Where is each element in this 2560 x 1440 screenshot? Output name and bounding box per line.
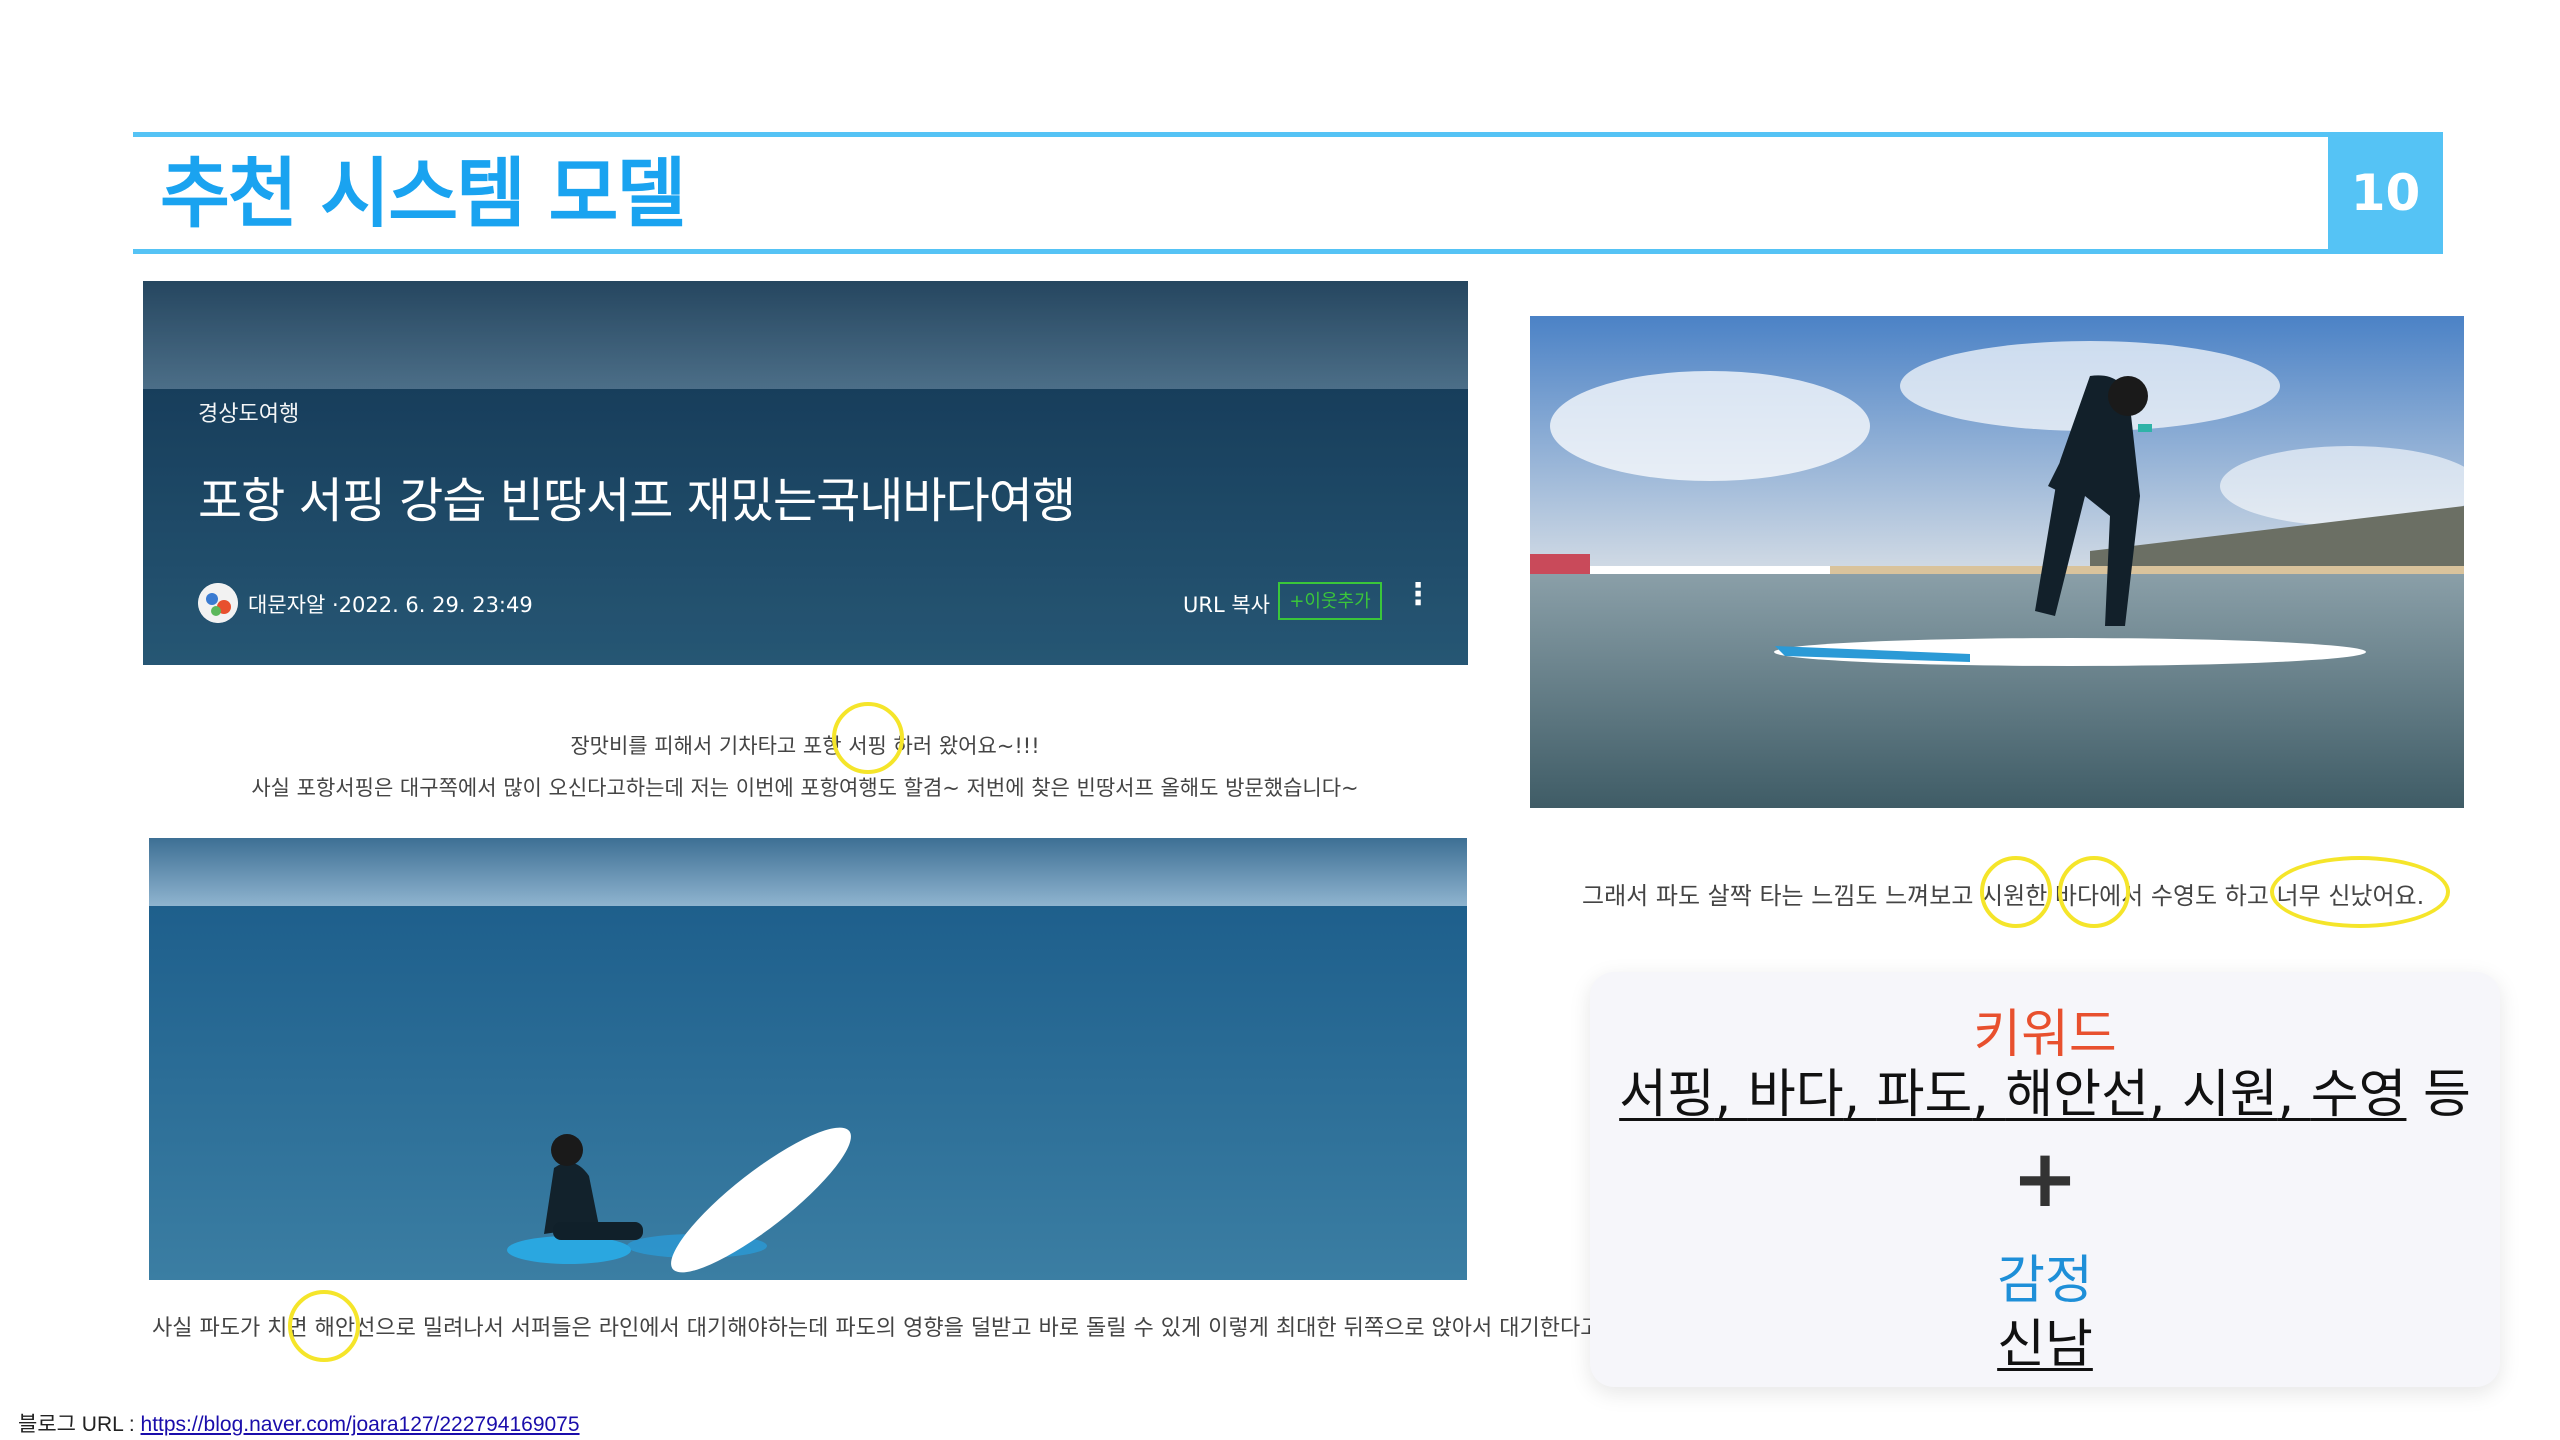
highlight-circle-coastline [288, 1290, 360, 1362]
keyword-item: 해안선 [2005, 1065, 2149, 1125]
caption-line-3: 사실 파도가 치면 해안선으로 밀려나서 서퍼들은 라인에서 대기해야하는데 파… [152, 1316, 1648, 1341]
keyword-item: 시원 [2182, 1065, 2278, 1125]
keyword-list: 서핑, 바다, 파도, 해안선, 시원, 수영 등 [1619, 1065, 2471, 1125]
header-bottom-rule [133, 249, 2443, 254]
url-copy-link[interactable]: URL 복사 [1183, 589, 1270, 619]
keyword-card: 키워드 서핑, 바다, 파도, 해안선, 시원, 수영 등 + 감정 신남 [1590, 972, 2500, 1387]
highlight-circle-excited [2270, 856, 2450, 928]
keyword-item: 서핑 [1619, 1065, 1715, 1125]
highlight-circle-surfing [832, 702, 904, 774]
avatar[interactable] [198, 583, 238, 623]
keyword-item: 수영 [2310, 1065, 2407, 1125]
blog-header-screenshot: 경상도여행 포항 서핑 강습 빈땅서프 재밌는국내바다여행 대문자알 ·2022… [143, 281, 1468, 665]
footer-note: 블로그 URL : https://blog.naver.com/joara12… [18, 1408, 580, 1438]
plus-icon: + [2011, 1132, 2079, 1225]
page-title: 추천 시스템 모델 [160, 149, 686, 238]
caption-line-1: 장맛비를 피해서 기차타고 포항 서핑 하러 왔어요~!!! [570, 734, 1040, 758]
blog-url-link[interactable]: https://blog.naver.com/joara127/22279416… [141, 1413, 580, 1436]
footer-label: 블로그 URL : [18, 1413, 141, 1436]
page-number: 10 [2328, 137, 2443, 249]
emotion-value: 신남 [1997, 1315, 2093, 1375]
photo-surfer-sitting [149, 838, 1467, 1280]
blog-post-title: 포항 서핑 강습 빈땅서프 재밌는국내바다여행 [198, 473, 1076, 529]
keyword-item: 파도 [1876, 1065, 1973, 1125]
blog-category[interactable]: 경상도여행 [198, 396, 299, 428]
header-top-rule [133, 132, 2443, 137]
blog-author-date: 대문자알 ·2022. 6. 29. 23:49 [248, 593, 533, 617]
highlight-circle-sea [2058, 856, 2130, 928]
highlight-circle-cool [1980, 856, 2052, 928]
photo-surfer-standing [1530, 316, 2464, 808]
add-neighbor-button[interactable]: +이웃추가 [1278, 582, 1382, 620]
more-options-icon[interactable]: ⋮ [1403, 577, 1433, 612]
keyword-item: 바다 [1747, 1065, 1844, 1125]
caption-line-2: 사실 포항서핑은 대구쪽에서 많이 오신다고하는데 저는 이번에 포항여행도 할… [251, 776, 1359, 800]
keyword-suffix: 등 [2422, 1065, 2471, 1125]
